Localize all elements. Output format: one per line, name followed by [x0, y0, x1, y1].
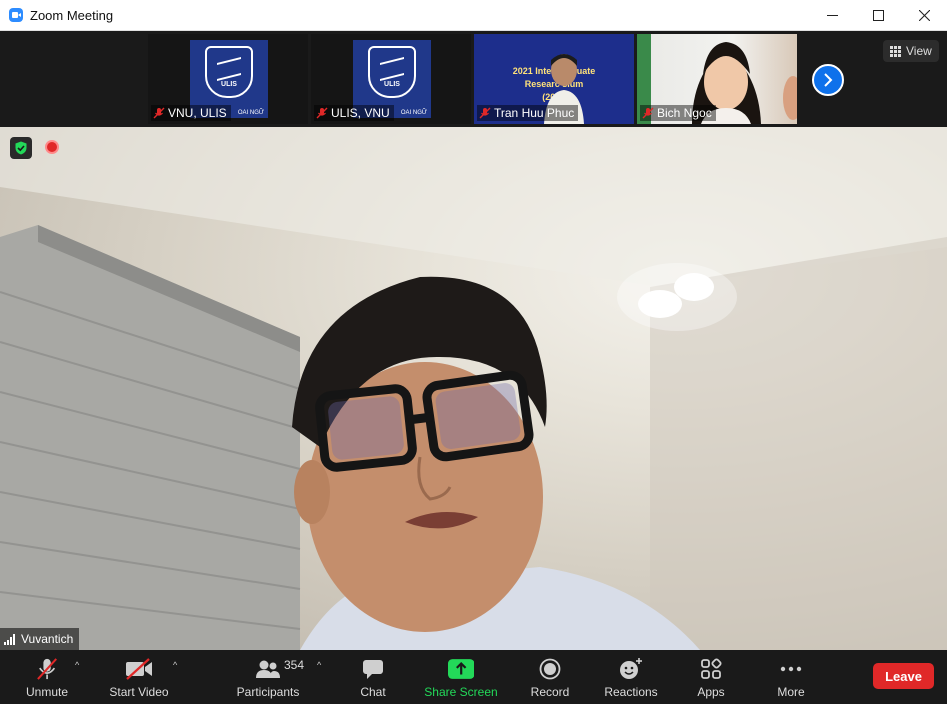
start-video-label: Start Video	[109, 685, 169, 699]
participant-name-tag: ULIS, VNU	[314, 105, 394, 121]
reactions-label: Reactions	[604, 685, 658, 699]
leave-button[interactable]: Leave	[873, 663, 934, 689]
participant-thumbnail[interactable]: ULIS OAI NGỮ VNU, ULIS	[148, 34, 308, 124]
mic-muted-icon	[642, 107, 654, 119]
mic-muted-icon	[153, 107, 165, 119]
share-screen-button[interactable]: Share Screen	[424, 650, 498, 704]
chat-button[interactable]: Chat	[352, 650, 394, 704]
chat-bubble-icon	[363, 660, 383, 679]
unmute-button[interactable]: Unmute	[20, 650, 74, 704]
minimize-button[interactable]	[809, 0, 855, 31]
speaker-camera-feed	[0, 127, 947, 650]
participants-label: Participants	[236, 685, 300, 699]
participant-thumbnail[interactable]: ULIS OAI NGỮ ULIS, VNU	[311, 34, 471, 124]
participant-name: VNU, ULIS	[168, 106, 227, 120]
participant-name-tag: VNU, ULIS	[151, 105, 231, 121]
active-speaker-video[interactable]: Vuvantich	[0, 127, 947, 650]
maximize-icon	[872, 10, 884, 21]
share-screen-icon	[447, 659, 475, 679]
participant-thumbnail[interactable]: 2021 Intern raduate Researc sium (202 ) …	[474, 34, 634, 124]
security-badge[interactable]	[10, 137, 32, 159]
mic-muted-icon	[316, 107, 328, 119]
window-title: Zoom Meeting	[30, 7, 114, 23]
minimize-icon	[826, 15, 838, 16]
speaker-name-tag: Vuvantich	[0, 628, 80, 650]
chat-label: Chat	[360, 685, 386, 699]
more-dots-icon	[780, 666, 802, 672]
participant-name: Bich Ngoc	[657, 106, 712, 120]
zoom-app-icon	[9, 8, 23, 22]
more-label: More	[777, 685, 805, 699]
more-button[interactable]: More	[770, 650, 812, 704]
share-screen-label: Share Screen	[424, 685, 498, 699]
participant-strip: ULIS OAI NGỮ VNU, ULIS ULIS OAI NGỮ ULIS…	[0, 31, 947, 127]
participant-name-tag: Bich Ngoc	[640, 105, 716, 121]
speaker-name: Vuvantich	[21, 632, 74, 646]
recording-indicator	[45, 140, 59, 154]
record-button[interactable]: Record	[528, 650, 572, 704]
next-page-button[interactable]	[812, 64, 844, 96]
meeting-toolbar: Unmute ^ Start Video ^ Participants 354 …	[0, 650, 947, 704]
connection-signal-icon	[4, 633, 15, 645]
participant-name-tag: Tran Huu Phuc	[477, 105, 579, 121]
participants-icon	[256, 660, 280, 678]
video-options-caret-icon[interactable]: ^	[173, 660, 177, 670]
smiley-plus-icon	[620, 658, 642, 679]
apps-label: Apps	[697, 685, 725, 699]
apps-icon	[701, 658, 722, 679]
maximize-button[interactable]	[855, 0, 901, 31]
shield-emblem-icon: ULIS	[368, 46, 416, 98]
shield-emblem-icon: ULIS	[205, 46, 253, 98]
participant-thumbnail[interactable]: Bich Ngoc	[637, 34, 797, 124]
close-icon	[918, 10, 930, 21]
participants-count: 354	[284, 658, 305, 672]
chevron-right-icon	[824, 73, 833, 87]
mic-muted-icon	[37, 658, 57, 680]
participants-options-caret-icon[interactable]: ^	[317, 660, 321, 670]
record-icon	[539, 658, 561, 680]
participant-name: ULIS, VNU	[331, 106, 390, 120]
title-bar: Zoom Meeting	[0, 0, 947, 31]
unmute-label: Unmute	[25, 685, 69, 699]
reactions-button[interactable]: Reactions	[602, 650, 660, 704]
video-off-icon	[126, 658, 152, 680]
view-button[interactable]: View	[883, 40, 939, 62]
start-video-button[interactable]: Start Video	[106, 650, 172, 704]
mic-muted-icon	[479, 107, 491, 119]
audio-options-caret-icon[interactable]: ^	[75, 660, 79, 670]
shield-check-icon	[15, 141, 27, 155]
window-controls	[809, 0, 947, 31]
apps-button[interactable]: Apps	[692, 650, 730, 704]
record-label: Record	[530, 685, 570, 699]
grid-view-icon	[890, 45, 901, 57]
close-button[interactable]	[901, 0, 947, 31]
view-label: View	[906, 44, 932, 58]
participant-name: Tran Huu Phuc	[494, 106, 575, 120]
